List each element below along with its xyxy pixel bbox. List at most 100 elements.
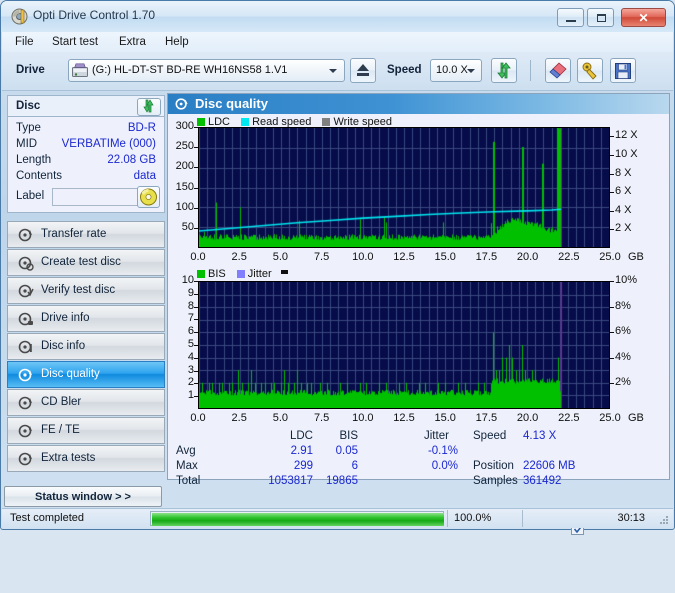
disc-quality-icon: [175, 97, 189, 111]
x-axis-tick: 15.0: [434, 412, 456, 424]
x-axis-tick: 10.0: [352, 412, 374, 424]
sidebar-item-label: Drive info: [41, 312, 90, 324]
stats-header-ldc: LDC: [289, 430, 313, 442]
menu-item-start-test[interactable]: Start test: [47, 35, 103, 50]
toolbar: Drive (G:) HL-DT-ST BD-RE WH16NS58 1.V1 …: [2, 52, 673, 91]
y-axis-tick: 9: [187, 286, 194, 299]
stats-row-label-max: Max: [176, 460, 198, 472]
sidebar-item-label: Disc info: [41, 340, 86, 352]
legend-label-jitter: Jitter: [247, 268, 272, 280]
sidebar-item-create-test-disc[interactable]: Create test disc: [7, 249, 165, 276]
x-axis-unit: GB: [628, 412, 644, 424]
status-window-button[interactable]: Status window > >: [4, 486, 162, 507]
disc-info-icon: [18, 339, 34, 355]
tools-icon: [582, 62, 597, 80]
x-axis-tick: 5.0: [272, 412, 289, 424]
sidebar-item-extra-tests[interactable]: Extra tests: [7, 445, 165, 472]
refresh-button[interactable]: [491, 58, 517, 83]
save-button[interactable]: [610, 58, 636, 83]
stats-samples-label: Samples: [473, 475, 518, 487]
sidebar-item-drive-info[interactable]: Drive info: [7, 305, 165, 332]
disc-label-button[interactable]: [137, 186, 160, 208]
y-axis-tick-mark: [194, 207, 198, 209]
chevron-down-icon[interactable]: [329, 69, 337, 73]
x-axis-tick: 10.0: [352, 251, 374, 263]
sidebar-item-disc-quality[interactable]: Disc quality: [7, 361, 165, 388]
stats-max-bis: 6: [351, 460, 358, 472]
sidebar-item-disc-info[interactable]: Disc info: [7, 333, 165, 360]
disc-mid-label: MID: [16, 138, 38, 150]
sidebar-item-verify-test-disc[interactable]: Verify test disc: [7, 277, 165, 304]
eject-button[interactable]: [350, 58, 376, 83]
statusbar-separator: [522, 510, 523, 527]
y-axis-tick-mark: [194, 167, 198, 169]
maximize-button[interactable]: [587, 8, 614, 27]
y-axis-tick: 1: [187, 389, 194, 402]
menu-item-extra[interactable]: Extra: [114, 35, 151, 50]
statusbar-separator: [447, 510, 448, 527]
speed-select[interactable]: 10.0 X: [430, 59, 482, 82]
y-axis-tick: 4: [187, 350, 194, 363]
y2-axis-tick-mark: [610, 383, 614, 385]
sidebar-item-label: Transfer rate: [41, 228, 107, 240]
disc-label-input[interactable]: [52, 188, 144, 206]
sidebar-item-label: Extra tests: [41, 452, 96, 464]
sidebar-item-cd-bler[interactable]: CD Bler: [7, 389, 165, 416]
disc-quality-ldc-chart[interactable]: [198, 127, 610, 248]
save-icon: [615, 63, 631, 79]
minimize-button[interactable]: [557, 8, 584, 27]
y-axis-tick: 7: [187, 312, 194, 325]
drive-select[interactable]: (G:) HL-DT-ST BD-RE WH16NS58 1.V1: [68, 59, 345, 82]
status-message: Test completed: [10, 512, 84, 524]
x-axis-tick: 22.5: [558, 412, 580, 424]
x-axis-tick: 7.5: [313, 412, 330, 424]
erase-button[interactable]: [545, 58, 571, 83]
refresh-icon: [497, 62, 511, 79]
resize-grip-icon[interactable]: [658, 514, 669, 525]
x-axis-tick: 22.5: [558, 251, 580, 263]
disc-refresh-button[interactable]: [137, 98, 161, 116]
tools-button[interactable]: [577, 58, 603, 83]
y2-axis-tick: 6 X: [615, 185, 632, 198]
drive-icon: [72, 63, 88, 78]
app-window: Opti Drive Control 1.70 ✕ File Start tes…: [0, 0, 675, 535]
x-axis-tick: 0.0: [190, 251, 206, 263]
close-button[interactable]: ✕: [621, 8, 666, 27]
disc-quality-bis-chart[interactable]: [198, 281, 610, 409]
sidebar-item-label: Verify test disc: [41, 284, 116, 296]
y2-axis-tick-mark: [610, 173, 614, 175]
x-axis-tick: 5.0: [272, 251, 289, 263]
x-axis-unit: GB: [628, 251, 644, 263]
x-axis-tick: 12.5: [393, 412, 415, 424]
disc-contents-label: Contents: [16, 170, 63, 182]
chevron-down-icon[interactable]: [467, 69, 475, 73]
x-axis-tick: 2.5: [231, 251, 247, 263]
disc-contents-value: data: [133, 170, 156, 182]
y-axis-tick-mark: [194, 332, 198, 334]
y2-axis-tick-mark: [610, 229, 614, 231]
y-axis-tick-mark: [194, 127, 198, 128]
stats-header-bis: BIS: [339, 430, 358, 442]
y2-axis-tick: 2 X: [615, 222, 632, 235]
disc-transfer-icon: [18, 227, 34, 243]
disc-label-icon: [140, 188, 157, 206]
sidebar-item-transfer-rate[interactable]: Transfer rate: [7, 221, 165, 248]
x-axis-tick: 25.0: [599, 412, 621, 424]
menu-item-file[interactable]: File: [10, 35, 39, 50]
sidebar-item-label: Create test disc: [41, 256, 121, 268]
sidebar-item-fe-te[interactable]: FE / TE: [7, 417, 165, 444]
disc-info-panel: Type BD-R MID VERBATIMe (000) Length 22.…: [7, 117, 165, 213]
stats-row-label-avg: Avg: [176, 445, 196, 457]
disc-fete-icon: [18, 423, 34, 439]
minimize-icon: [566, 20, 576, 22]
stats-samples-value: 361492: [523, 475, 562, 487]
drive-value: (G:) HL-DT-ST BD-RE WH16NS58 1.V1: [92, 64, 288, 76]
y2-axis-tick-mark: [610, 357, 614, 359]
x-axis-tick: 17.5: [475, 412, 498, 424]
menu-item-help[interactable]: Help: [160, 35, 194, 50]
speed-label: Speed: [387, 64, 422, 76]
stats-max-jitter: 0.0%: [431, 460, 458, 472]
x-axis-tick: 7.5: [313, 251, 330, 263]
y2-axis-tick-mark: [610, 332, 614, 334]
stats-avg-bis: 0.05: [335, 445, 358, 457]
